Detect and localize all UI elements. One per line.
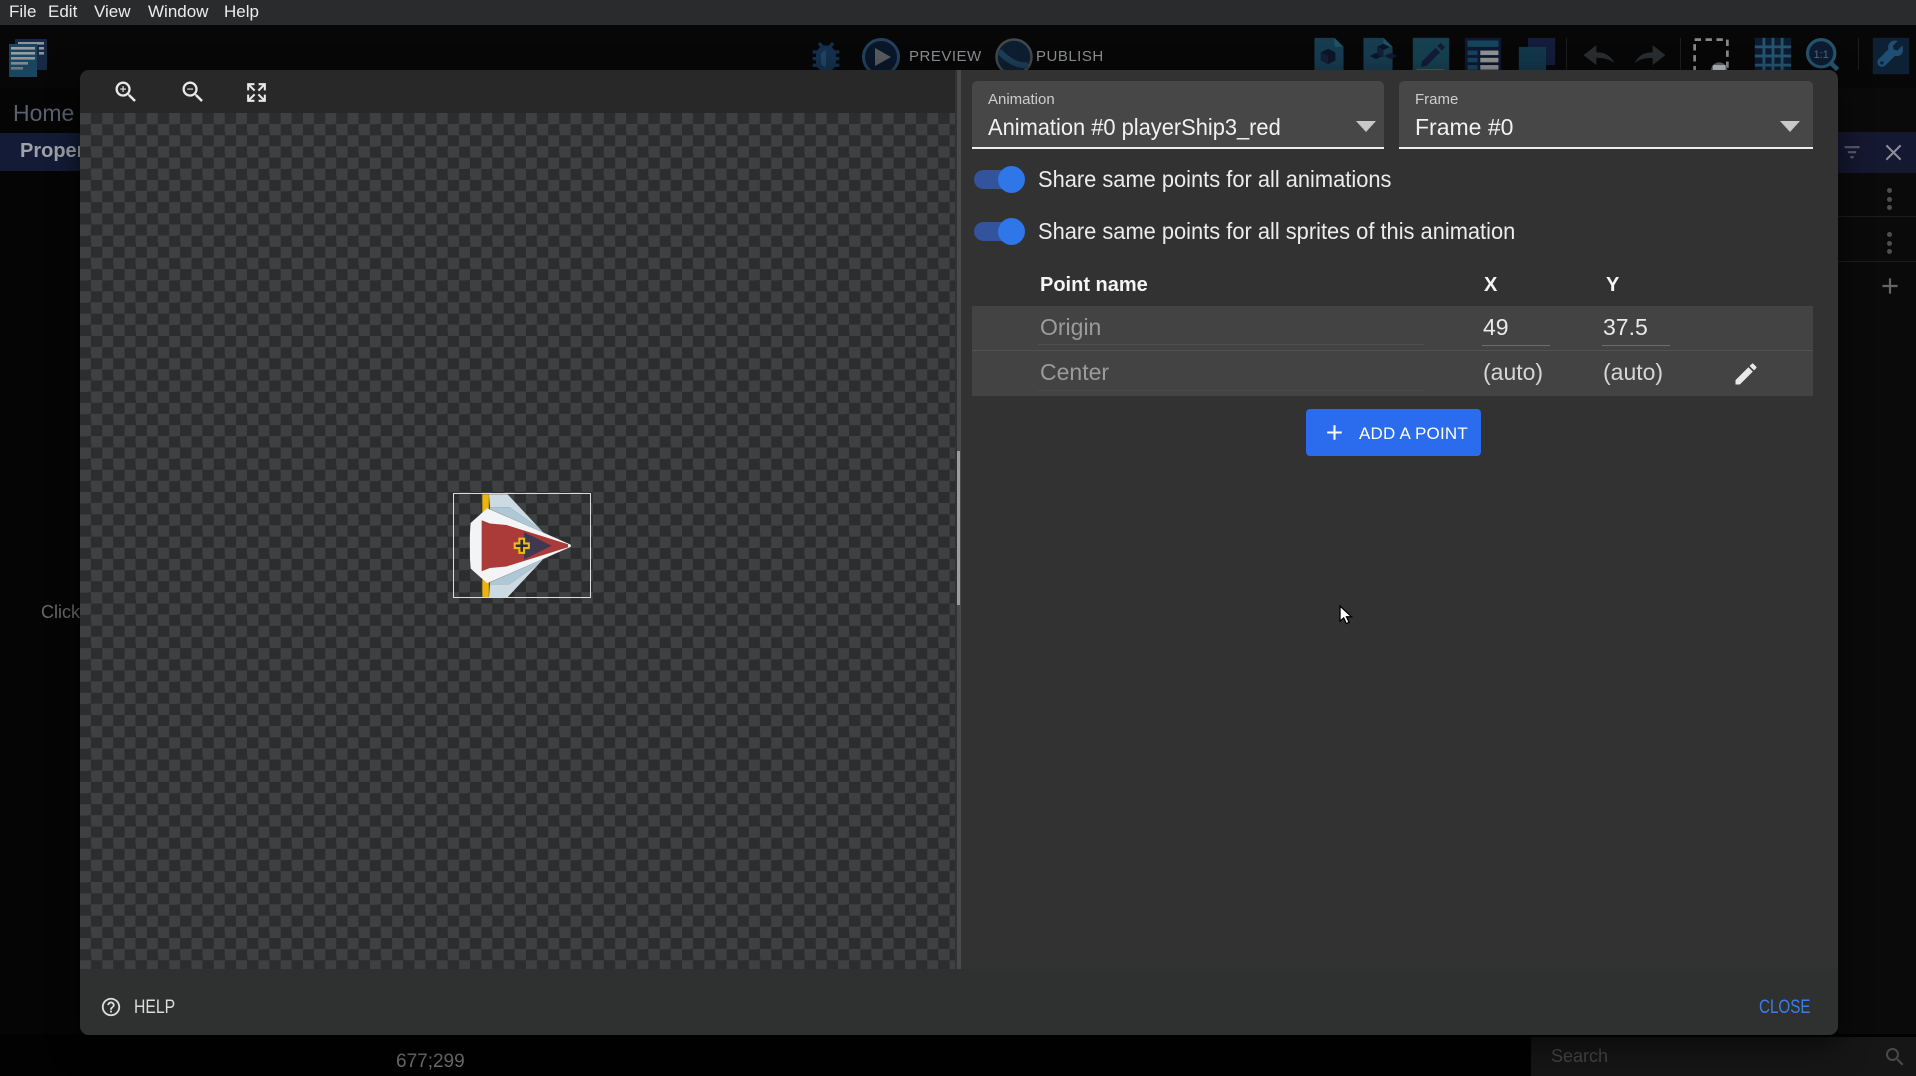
svg-text:1:1: 1:1 <box>1814 49 1829 61</box>
